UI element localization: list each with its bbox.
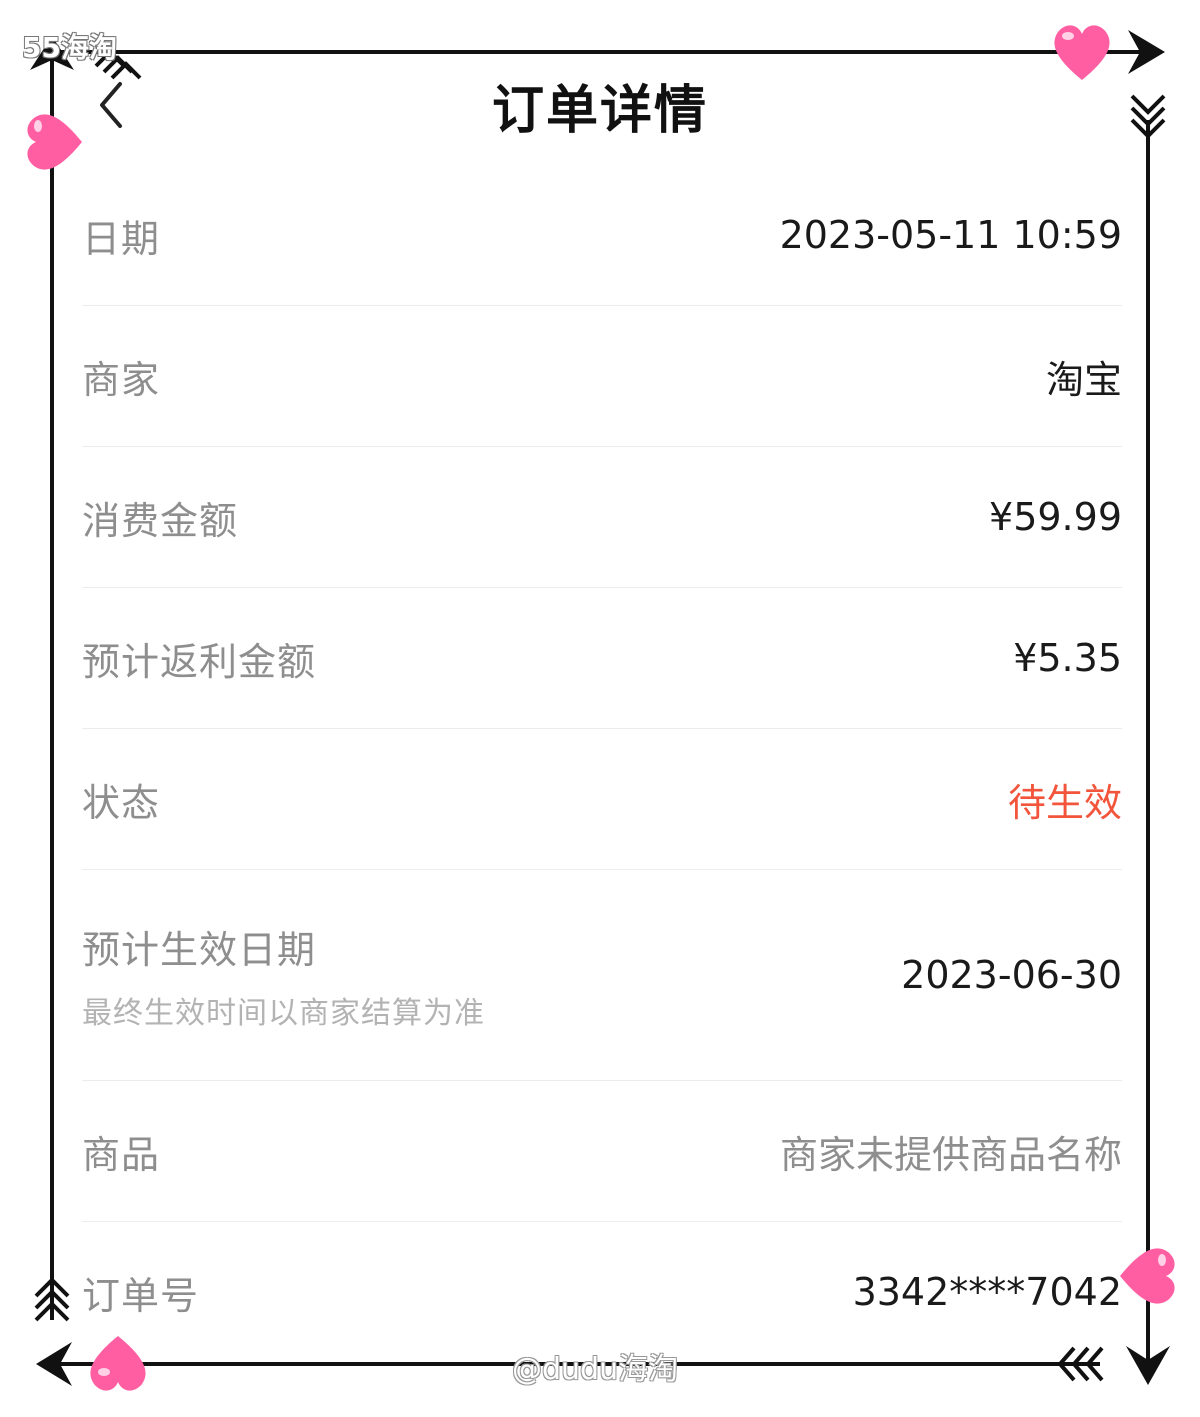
heart-icon xyxy=(1120,1248,1175,1304)
effective-date-label-group: 预计生效日期 最终生效时间以商家结算为准 xyxy=(82,919,485,1032)
merchant-value: 淘宝 xyxy=(1045,357,1122,402)
detail-row-effective-date: 预计生效日期 最终生效时间以商家结算为准 2023-06-30 xyxy=(82,870,1122,1081)
detail-row-amount: 消费金额 ¥59.99 xyxy=(82,447,1122,588)
arrow-down-icon xyxy=(1126,1346,1170,1385)
arrow-left-icon xyxy=(36,1342,72,1386)
date-label: 日期 xyxy=(82,216,161,261)
status-label: 状态 xyxy=(82,780,161,825)
detail-row-order-number: 订单号 3342****7042 xyxy=(82,1222,1122,1362)
author-watermark: @dudu海淘 xyxy=(512,1352,679,1387)
detail-row-product: 商品 商家未提供商品名称 xyxy=(82,1081,1122,1222)
amount-label: 消费金额 xyxy=(82,498,239,543)
order-number-value: 3342****7042 xyxy=(852,1270,1122,1314)
effective-date-note: 最终生效时间以商家结算为准 xyxy=(82,995,485,1031)
date-value: 2023-05-11 10:59 xyxy=(779,213,1122,257)
detail-row-status: 状态 待生效 xyxy=(82,729,1122,870)
detail-row-merchant: 商家 淘宝 xyxy=(82,306,1122,447)
product-label: 商品 xyxy=(82,1132,161,1177)
effective-date-value: 2023-06-30 xyxy=(901,953,1122,997)
status-badge: 待生效 xyxy=(1007,780,1122,825)
order-detail-list: 日期 2023-05-11 10:59 商家 淘宝 消费金额 ¥59.99 预计… xyxy=(82,165,1122,1362)
effective-date-label: 预计生效日期 xyxy=(82,927,317,972)
navigation-bar: 订单详情 xyxy=(60,60,1140,150)
merchant-label: 商家 xyxy=(82,357,161,402)
app-watermark: 55海淘 xyxy=(22,31,117,64)
order-number-label: 订单号 xyxy=(82,1273,200,1318)
fletching-icon xyxy=(34,1277,70,1322)
detail-row-cashback: 预计返利金额 ¥5.35 xyxy=(82,588,1122,729)
product-value: 商家未提供商品名称 xyxy=(779,1132,1122,1177)
cashback-label: 预计返利金额 xyxy=(82,639,317,684)
cashback-value: ¥5.35 xyxy=(1013,636,1122,680)
page-title: 订单详情 xyxy=(491,81,708,141)
amount-value: ¥59.99 xyxy=(989,495,1122,539)
detail-row-date: 日期 2023-05-11 10:59 xyxy=(82,165,1122,306)
